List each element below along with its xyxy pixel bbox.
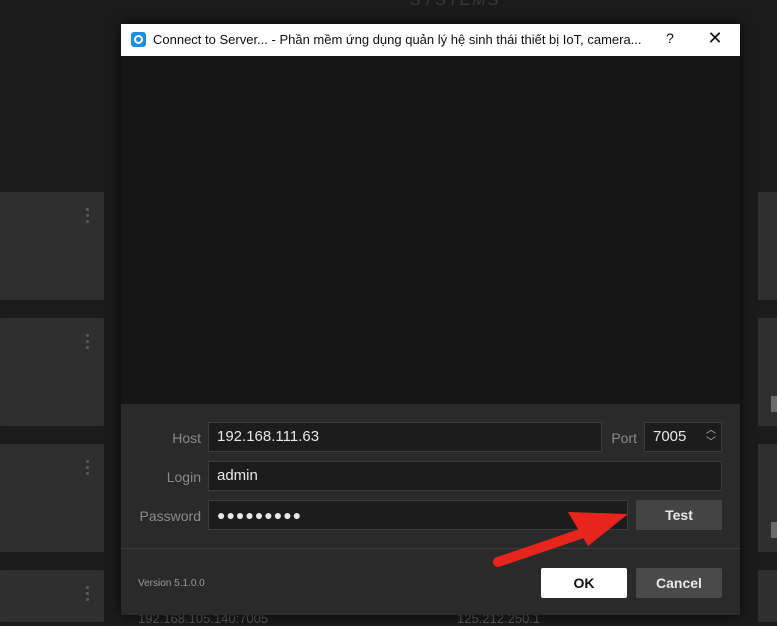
password-input[interactable]: ●●●●●●●●●	[208, 500, 628, 530]
camera-tile[interactable]	[0, 570, 104, 622]
spin-down-icon[interactable]: ﹀	[705, 437, 717, 449]
app-logo-icon	[131, 32, 146, 47]
more-vertical-icon[interactable]	[86, 460, 90, 475]
camera-tile[interactable]	[0, 192, 104, 300]
version-label: Version 5.1.0.0	[138, 578, 205, 589]
connection-form: Host 192.168.111.63 Port 7005 ︿ ﹀ Login …	[121, 404, 740, 548]
port-value: 7005	[653, 428, 687, 445]
background-title: SYSTEMS	[410, 0, 501, 9]
camera-tile[interactable]	[0, 444, 104, 552]
login-input[interactable]: admin	[208, 461, 722, 491]
server-tile[interactable]	[758, 192, 777, 300]
more-vertical-icon[interactable]	[86, 208, 90, 223]
dialog-footer: Version 5.1.0.0 OK Cancel	[121, 548, 740, 615]
more-vertical-icon[interactable]	[86, 586, 90, 601]
login-label: Login	[166, 469, 201, 485]
close-button[interactable]: ✕	[705, 28, 725, 49]
ok-button[interactable]: OK	[541, 568, 627, 598]
server-tile[interactable]	[758, 570, 777, 622]
preview-area	[121, 56, 740, 404]
port-input[interactable]: 7005 ︿ ﹀	[644, 422, 722, 452]
more-vertical-icon[interactable]	[86, 334, 90, 349]
status-marker	[771, 396, 777, 412]
help-button[interactable]: ?	[661, 30, 679, 46]
title-bar[interactable]: Connect to Server... - Phần mềm ứng dụng…	[121, 24, 740, 56]
status-marker	[771, 522, 777, 538]
test-button[interactable]: Test	[636, 500, 722, 530]
cancel-button[interactable]: Cancel	[636, 568, 722, 598]
host-input[interactable]: 192.168.111.63	[208, 422, 602, 452]
port-spinner[interactable]: ︿ ﹀	[705, 425, 717, 449]
connect-to-server-dialog: Connect to Server... - Phần mềm ứng dụng…	[121, 24, 740, 615]
dialog-title: Connect to Server... - Phần mềm ứng dụng…	[153, 32, 642, 47]
spin-up-icon[interactable]: ︿	[705, 425, 717, 437]
port-label: Port	[611, 430, 637, 446]
host-label: Host	[172, 430, 201, 446]
password-label: Password	[139, 508, 201, 524]
camera-tile[interactable]	[0, 318, 104, 426]
